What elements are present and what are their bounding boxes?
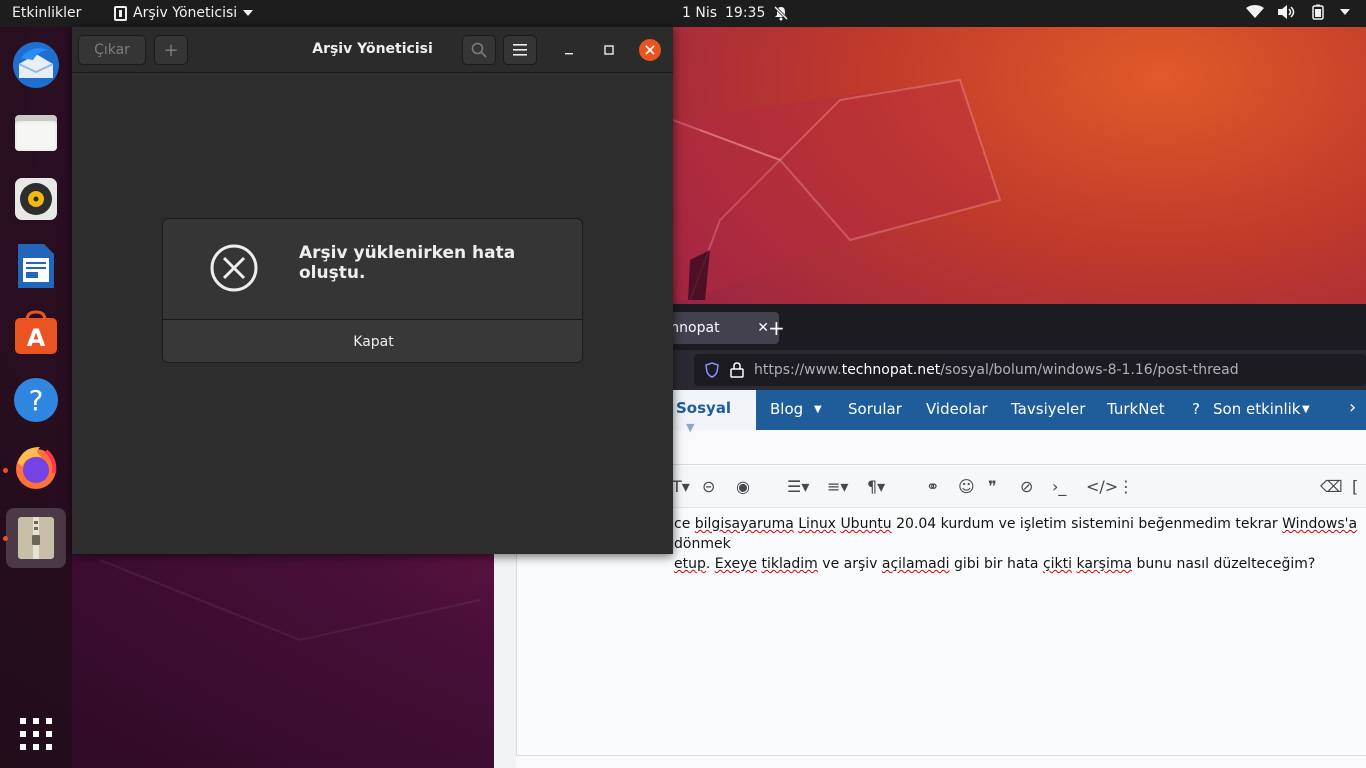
nav-son-etkinlik[interactable]: Son etkinlik (1213, 400, 1300, 418)
dock-software[interactable]: A (6, 303, 66, 363)
eraser-icon[interactable]: ⌫ (1320, 477, 1343, 496)
paragraph-icon[interactable]: ¶▾ (867, 477, 885, 496)
power-menu-icon (1340, 9, 1350, 15)
quote-icon[interactable]: ❞ (988, 477, 997, 496)
search-button[interactable] (462, 35, 496, 65)
inline-code-icon[interactable]: ›_ (1052, 477, 1066, 496)
hamburger-icon (513, 44, 527, 56)
dock-thunderbird[interactable] (6, 35, 66, 95)
nav-tavsiyeler[interactable]: Tavsiyeler (1011, 400, 1085, 418)
editor-line: ce bilgisayaruma Linux Ubuntu 20.04 kurd… (674, 516, 1358, 552)
dock-archive-manager[interactable] (6, 508, 66, 568)
activity-icon: ? (1192, 400, 1200, 418)
thunderbird-icon (13, 42, 59, 88)
shield-icon[interactable] (704, 362, 720, 378)
minimize-icon (565, 53, 573, 55)
lock-icon[interactable] (730, 362, 744, 378)
wifi-icon (1246, 5, 1264, 18)
chevron-down-icon (243, 10, 254, 16)
spoiler-icon[interactable]: ⊘ (1020, 477, 1033, 496)
svg-text:?: ? (29, 384, 44, 417)
close-dialog-button[interactable]: Kapat (163, 320, 582, 362)
url-prefix: https://www. (754, 362, 842, 378)
palette-icon[interactable]: ◉ (736, 477, 750, 496)
chevron-down-icon[interactable]: ▼ (1302, 404, 1310, 415)
show-applications-button[interactable] (6, 704, 66, 764)
editor-line: etup. Exeye tikladim ve arşiv açilamadi … (674, 556, 1316, 572)
link-icon[interactable]: ⊝ (702, 477, 715, 496)
list-icon[interactable]: ☰▾ (787, 477, 809, 496)
url-host: technopat.net (841, 362, 941, 378)
activities-button[interactable]: Etkinlikler (12, 5, 81, 21)
close-icon (645, 45, 655, 55)
running-indicator (3, 536, 8, 541)
dock-writer[interactable] (6, 236, 66, 296)
insert-link-icon[interactable]: ⚭ (926, 477, 939, 496)
archive-manager-icon (18, 517, 54, 559)
search-icon (471, 42, 487, 58)
nav-blog[interactable]: Blog (770, 400, 803, 418)
files-icon (15, 115, 57, 151)
url-bar[interactable]: https://www.technopat.net/sosyal/bolum/w… (694, 354, 1366, 386)
nav-videolar[interactable]: Videolar (926, 400, 988, 418)
maximize-icon (604, 45, 614, 55)
url-text: https://www.technopat.net/sosyal/bolum/w… (754, 362, 1239, 378)
error-message: Arşiv yüklenirken hata oluştu. (299, 243, 516, 283)
menu-button[interactable] (503, 35, 537, 65)
dock-rhythmbox[interactable] (6, 169, 66, 229)
font-size-icon[interactable]: T▾ (672, 477, 690, 496)
dock: A ? (0, 27, 72, 768)
editor-content[interactable]: ce bilgisayaruma Linux Ubuntu 20.04 kurd… (674, 514, 1366, 574)
clock[interactable]: 1 Nis 19:35 (682, 5, 789, 21)
ubuntu-software-icon: A (15, 310, 57, 354)
dock-help[interactable]: ? (6, 370, 66, 430)
chevron-down-icon[interactable]: ▼ (686, 421, 694, 434)
window-title: Arşiv Yöneticisi (312, 41, 433, 57)
chevron-down-icon[interactable]: ▼ (814, 404, 822, 415)
error-dialog: Arşiv yüklenirken hata oluştu. Kapat (162, 218, 583, 363)
dock-files[interactable] (6, 102, 66, 162)
nav-turknet[interactable]: TurkNet (1107, 400, 1165, 418)
top-bar: Etkinlikler Arşiv Yöneticisi 1 Nis 19:35 (0, 0, 1366, 27)
fullscreen-icon[interactable]: [ (1352, 477, 1358, 496)
close-button[interactable] (639, 39, 661, 61)
battery-icon (1312, 4, 1324, 20)
firefox-icon (16, 447, 57, 489)
code-icon[interactable]: </> (1086, 477, 1118, 496)
date-label: 1 Nis (682, 5, 718, 21)
maximize-button[interactable] (599, 40, 619, 60)
chevron-right-icon[interactable]: › (1349, 397, 1356, 418)
nav-sosyal-label: Sosyal (676, 399, 732, 417)
dock-firefox[interactable] (6, 437, 66, 497)
smiley-icon[interactable]: ☺ (958, 477, 975, 496)
align-icon[interactable]: ≡▾ (827, 477, 848, 496)
url-path: /sosyal/bolum/windows-8-1.16/post-thread (940, 362, 1239, 378)
header-bar: Çıkar + Arşiv Yöneticisi (72, 27, 673, 73)
rhythmbox-icon (15, 178, 57, 220)
nav-sorular[interactable]: Sorular (848, 400, 902, 418)
volume-icon (1278, 5, 1295, 19)
error-icon (209, 243, 259, 297)
running-indicator (3, 468, 8, 473)
nav-sosyal[interactable]: Sosyal ▼ (668, 390, 756, 434)
svg-text:A: A (27, 324, 46, 352)
archive-app-icon (114, 5, 127, 21)
new-tab-button[interactable]: + (768, 316, 785, 340)
bell-muted-icon (774, 5, 789, 21)
app-menu[interactable]: Arşiv Yöneticisi (114, 5, 254, 21)
system-tray[interactable] (1246, 4, 1350, 20)
more-icon[interactable]: ⋮ (1118, 477, 1134, 496)
time-label: 19:35 (725, 5, 766, 21)
libreoffice-writer-icon (18, 244, 54, 288)
help-icon: ? (14, 378, 58, 422)
show-applications-icon (20, 718, 52, 750)
app-menu-label: Arşiv Yöneticisi (133, 5, 238, 21)
minimize-button[interactable] (559, 40, 579, 60)
